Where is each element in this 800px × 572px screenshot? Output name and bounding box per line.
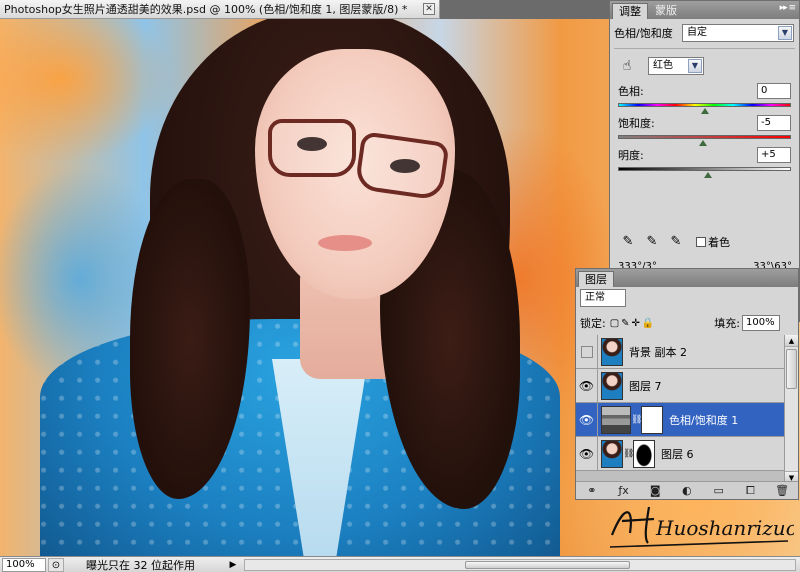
photo-lips [318, 235, 372, 251]
lightness-slider-handle[interactable] [703, 172, 712, 178]
tab-masks[interactable]: 蒙版 [649, 3, 683, 19]
horizontal-scrollbar[interactable] [244, 558, 796, 571]
panel-menu-icon[interactable]: ▸▸ ≡ [780, 3, 796, 13]
colorize-option[interactable]: 着色 [696, 234, 730, 250]
tab-layers[interactable]: 图层 [578, 271, 614, 287]
link-layers-icon[interactable]: ⚭ [584, 484, 600, 498]
on-image-adjust-hand-icon[interactable]: ☝ [618, 57, 636, 75]
visibility-toggle[interactable]: 👁 [576, 368, 598, 403]
eyedropper-add-icon[interactable]: ✎ [642, 233, 662, 251]
layer-style-fx-icon[interactable]: ƒx [616, 484, 632, 498]
visibility-toggle[interactable] [576, 335, 598, 369]
status-info: 曝光只在 32 位起作用 [86, 558, 195, 572]
layer-thumbnail [601, 337, 623, 366]
layer-name: 图层 6 [661, 447, 694, 461]
zoom-field[interactable]: 100% [2, 557, 46, 572]
layer-row-hue-saturation-1[interactable]: 👁 ⛓ 色相/饱和度 1 [576, 402, 784, 437]
lock-row: 锁定: ▢✎✛🔒 填充: 100% [576, 313, 784, 333]
layer-row-background-copy-2[interactable]: 背景 副本 2 [576, 335, 784, 369]
layer-name: 图层 7 [629, 379, 662, 393]
chevron-down-icon: ▼ [778, 26, 792, 40]
layer-thumbnail [601, 439, 623, 468]
lock-icons[interactable]: ▢✎✛🔒 [610, 318, 657, 329]
eyedropper-icon[interactable]: ✎ [618, 233, 638, 251]
new-group-icon[interactable]: ▭ [711, 484, 727, 498]
trash-icon[interactable]: 🗑 [774, 484, 790, 498]
signature-watermark: Huoshanrizuo [609, 506, 794, 548]
chain-link-icon[interactable]: ⛓ [631, 415, 642, 425]
fill-label: 填充: [714, 317, 740, 330]
lightness-slider[interactable] [618, 167, 791, 178]
colorize-checkbox[interactable] [696, 237, 706, 247]
lightness-input[interactable]: +5 [757, 147, 791, 163]
eye-icon: 👁 [578, 412, 595, 427]
document-title: Photoshop女生照片通透甜美的效果.psd @ 100% (色相/饱和度 … [4, 3, 408, 16]
chain-link-icon[interactable]: ⛓ [623, 449, 634, 459]
adjustments-tabs: 调整 蒙版 ▸▸ ≡ [610, 1, 799, 19]
hue-slider-block: 色相: 0 [610, 83, 799, 114]
hue-slider-handle[interactable] [700, 108, 709, 114]
eyedropper-tools: ✎ ✎ ✎ 着色 [610, 233, 738, 251]
close-icon[interactable]: ✕ [423, 3, 435, 15]
channel-value: 红色 [653, 60, 673, 71]
lightness-slider-block: 明度: +5 [610, 147, 799, 178]
blend-mode-value: 正常 [585, 292, 605, 303]
new-adjustment-icon[interactable]: ◐ [679, 484, 695, 498]
saturation-label: 饱和度: [618, 117, 655, 130]
eye-icon: 👁 [578, 378, 595, 393]
layer-mask-thumbnail[interactable] [641, 405, 663, 434]
saturation-slider-handle[interactable] [698, 140, 707, 146]
colorize-label: 着色 [708, 236, 730, 249]
layer-list: 背景 副本 2 👁 图层 7 👁 ⛓ 色相/饱和度 1 👁 ⛓ 图层 6 [576, 335, 784, 483]
blend-mode-select[interactable]: 正常 [580, 289, 626, 307]
scroll-thumb[interactable] [786, 349, 797, 389]
new-layer-icon[interactable]: ⧠ [742, 484, 758, 498]
visibility-toggle[interactable]: 👁 [576, 436, 598, 471]
saturation-slider-block: 饱和度: -5 [610, 115, 799, 146]
layers-scrollbar[interactable]: ▲ ▼ [784, 335, 798, 483]
status-bar: 100% ⊙ 曝光只在 32 位起作用 ▶ [0, 556, 800, 572]
hidden-box-icon [580, 345, 593, 358]
visibility-toggle[interactable]: 👁 [576, 402, 598, 437]
layer-row-layer-6[interactable]: 👁 ⛓ 图层 6 [576, 436, 784, 471]
lock-label: 锁定: [580, 317, 606, 330]
saturation-slider[interactable] [618, 135, 791, 146]
lightness-label: 明度: [618, 149, 644, 162]
saturation-input[interactable]: -5 [757, 115, 791, 131]
chevron-down-icon: ▼ [688, 59, 702, 73]
layers-footer: ⚭ ƒx ◙ ◐ ▭ ⧠ 🗑 [576, 481, 798, 499]
layer-name: 色相/饱和度 1 [669, 413, 739, 427]
fill-input[interactable]: 100% [742, 315, 780, 331]
add-mask-icon[interactable]: ◙ [647, 484, 663, 498]
preset-label: 色相/饱和度 [614, 27, 673, 40]
layers-tabs: 图层 [576, 269, 798, 287]
scroll-up-icon[interactable]: ▲ [785, 335, 798, 347]
hue-label: 色相: [618, 85, 644, 98]
layer-thumbnail [601, 371, 623, 400]
tab-adjustments[interactable]: 调整 [612, 3, 648, 19]
layer-row-layer-7[interactable]: 👁 图层 7 [576, 368, 784, 403]
preset-value: 自定 [687, 27, 707, 38]
hue-slider[interactable] [618, 103, 791, 114]
channel-select[interactable]: 红色 ▼ [648, 57, 704, 75]
layer-name: 背景 副本 2 [629, 345, 687, 359]
adjustment-layer-icon [601, 405, 631, 434]
eye-icon: 👁 [578, 446, 595, 461]
preset-select[interactable]: 自定 ▼ [682, 24, 794, 42]
document-info-icon[interactable]: ⊙ [48, 557, 64, 572]
signature-text: Huoshanrizuo [655, 516, 794, 540]
hue-input[interactable]: 0 [757, 83, 791, 99]
photo-glasses-left [268, 119, 356, 177]
status-menu-arrow-icon[interactable]: ▶ [226, 560, 240, 570]
document-tab[interactable]: Photoshop女生照片通透甜美的效果.psd @ 100% (色相/饱和度 … [0, 0, 440, 19]
scroll-thumb[interactable] [465, 560, 630, 569]
layer-mask-thumbnail[interactable] [633, 439, 655, 468]
layers-panel: 图层 正常 锁定: ▢✎✛🔒 填充: 100% 背景 副本 2 👁 图层 7 👁… [575, 268, 799, 500]
eyedropper-subtract-icon[interactable]: ✎ [666, 233, 686, 251]
